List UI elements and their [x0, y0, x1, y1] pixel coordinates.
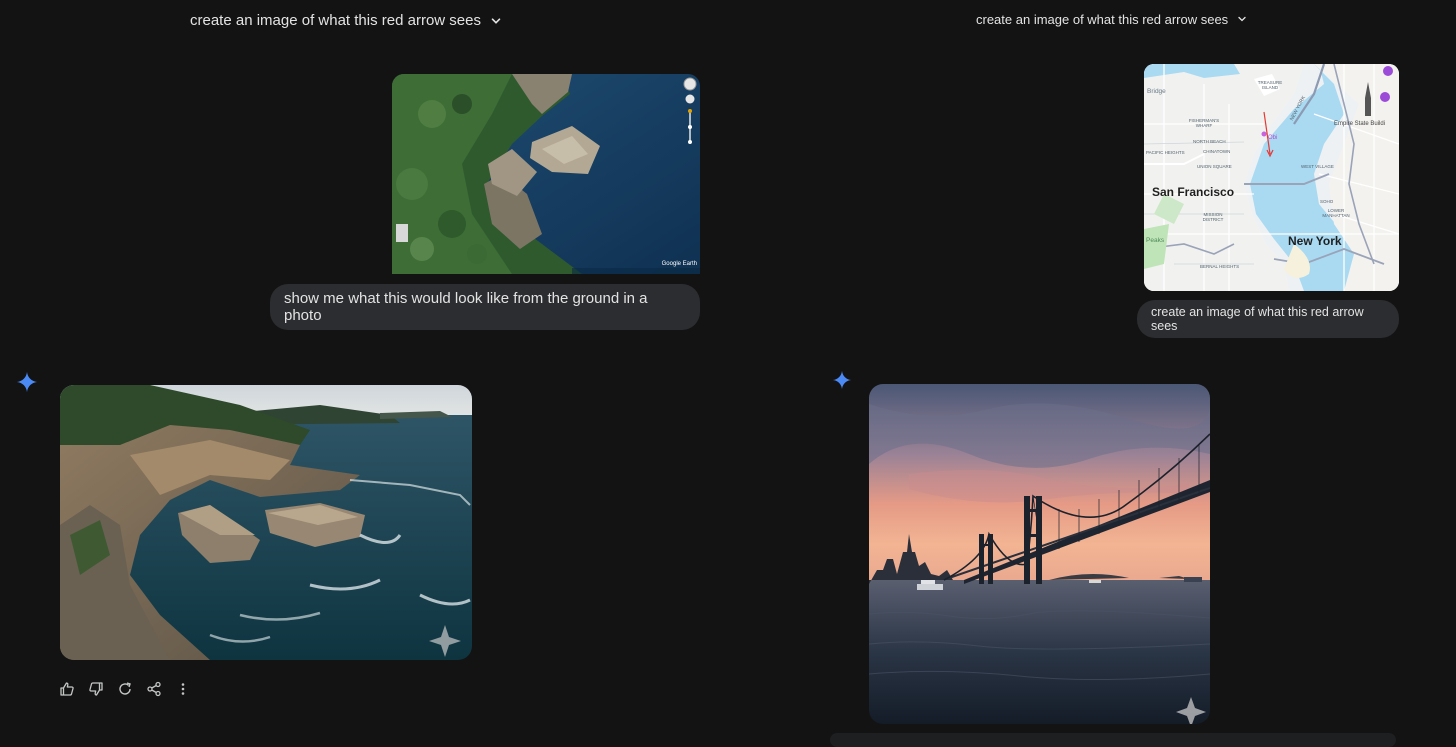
thumbs-down-icon[interactable] — [87, 680, 105, 698]
map-label-west-village: WEST VILLAGE — [1301, 164, 1334, 169]
user-prompt-text: show me what this would look like from t… — [284, 290, 648, 324]
user-uploaded-map-image[interactable]: Bridge TREASURE ISLAND FISHERMAN'S WHARF… — [1144, 64, 1399, 291]
user-prompt-text: create an image of what this red arrow s… — [1151, 305, 1364, 333]
generated-bridge-sunset-image[interactable] — [869, 384, 1210, 724]
map-label-union-square: UNION SQUARE — [1197, 164, 1232, 169]
map-label-fishermans-wharf: FISHERMAN'S WHARF — [1188, 118, 1220, 128]
conversation-title-dropdown[interactable]: create an image of what this red arrow s… — [976, 12, 1250, 27]
map-label-chinatown: CHINATOWN — [1203, 149, 1231, 154]
conversation-title-dropdown[interactable]: create an image of what this red arrow s… — [190, 12, 503, 29]
map-label-north-beach: NORTH BEACH — [1193, 139, 1226, 144]
map-label-soho: SOHO — [1320, 199, 1334, 204]
map-label-mission-district: MISSION DISTRICT — [1202, 212, 1224, 222]
user-uploaded-satellite-image[interactable]: Google Earth — [392, 74, 700, 274]
map-label-treasure-island: TREASURE ISLAND — [1257, 80, 1283, 90]
map-label-pacific-heights: PACIFIC HEIGHTS — [1146, 150, 1185, 155]
gemini-sparkle-icon — [832, 370, 852, 390]
generated-coastline-image[interactable] — [60, 385, 472, 660]
conversation-title: create an image of what this red arrow s… — [190, 12, 481, 29]
thumbs-up-icon[interactable] — [58, 680, 76, 698]
map-label-san-francisco: San Francisco — [1152, 185, 1235, 199]
map-label-new-york: New York — [1288, 234, 1342, 248]
map-label-bridge: Bridge — [1147, 88, 1166, 95]
chevron-down-icon — [489, 14, 503, 28]
google-earth-attribution: Google Earth — [661, 261, 697, 267]
user-prompt-bubble: show me what this would look like from t… — [270, 284, 700, 330]
more-options-icon[interactable] — [174, 680, 192, 698]
left-chat-pane: create an image of what this red arrow s… — [0, 0, 728, 740]
response-actions-toolbar — [58, 680, 192, 698]
share-icon[interactable] — [145, 680, 163, 698]
right-chat-pane: create an image of what this red arrow s… — [728, 0, 1456, 747]
map-label-empire-state: Empire State Buildi — [1334, 121, 1386, 127]
map-label-peaks: Peaks — [1146, 237, 1165, 244]
gemini-sparkle-icon — [16, 371, 38, 393]
map-label-bernal-heights: BERNAL HEIGHTS — [1200, 264, 1240, 269]
chevron-down-icon — [1236, 13, 1250, 27]
map-label-obi: Obi — [1268, 135, 1278, 141]
prompt-input-bar[interactable] — [830, 733, 1396, 747]
user-prompt-bubble: create an image of what this red arrow s… — [1137, 300, 1399, 338]
redo-icon[interactable] — [116, 680, 134, 698]
map-label-lower-manhattan: LOWER MANHATTAN — [1322, 208, 1350, 218]
conversation-title: create an image of what this red arrow s… — [976, 12, 1229, 27]
